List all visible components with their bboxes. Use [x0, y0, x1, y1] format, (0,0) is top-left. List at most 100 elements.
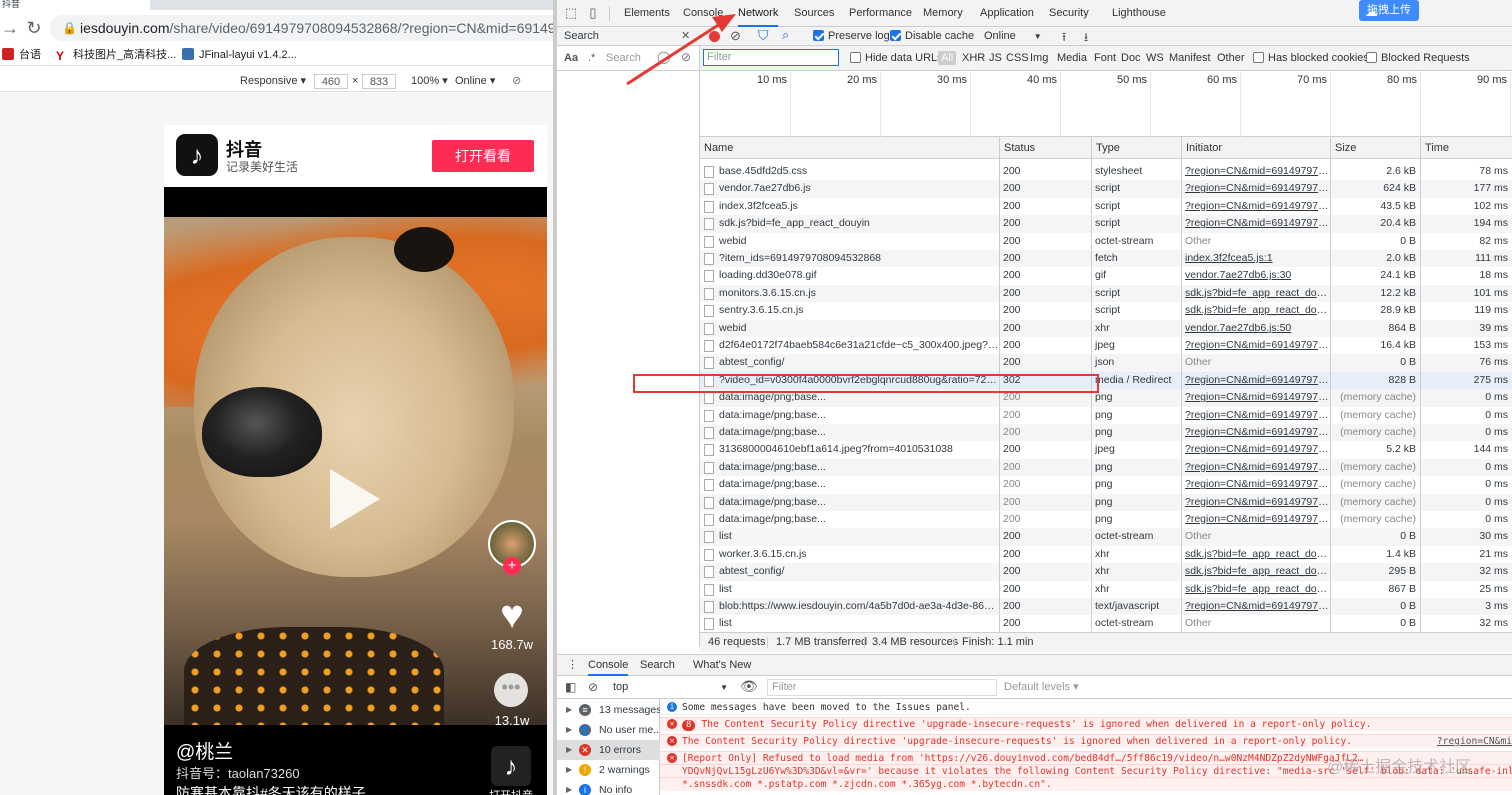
type-filter-font[interactable]: Font [1094, 52, 1116, 64]
network-request-row[interactable]: d2f64e0172f74baeb584c6e31a21cfde~c5_300x… [700, 337, 1512, 354]
device-mode-select[interactable]: Responsive ▾ [240, 74, 306, 88]
request-initiator[interactable]: ?region=CN&mid=691497978... [1181, 494, 1330, 511]
filter-input[interactable]: Filter [703, 49, 839, 66]
network-request-row[interactable]: base.45dfd2d5.css 200 stylesheet ?region=CN… [700, 163, 1512, 180]
device-width-input[interactable]: 460 [314, 74, 348, 89]
tab-performance[interactable]: Performance [849, 0, 912, 27]
network-request-row[interactable]: vendor.7ae27db6.js 200 script ?region=CN&mi… [700, 180, 1512, 198]
network-request-row[interactable]: data:image/png;base... 200 png ?region=CN&m… [700, 424, 1512, 442]
comment-icon[interactable]: ••• [494, 673, 528, 707]
network-request-row[interactable]: data:image/png;base... 200 png ?region=CN&m… [700, 458, 1512, 477]
clear-icon[interactable]: ⊘ [730, 28, 741, 44]
network-request-row[interactable]: list 200 octet-stream Other 0 B 30 ms [700, 528, 1512, 546]
match-case-toggle[interactable]: Aa [564, 52, 578, 64]
play-icon[interactable] [330, 469, 380, 529]
column-header-initiator[interactable]: Initiator [1181, 137, 1330, 159]
clear-console-icon[interactable]: ⊘ [588, 680, 598, 694]
type-filter-media[interactable]: Media [1057, 52, 1087, 64]
clear-search-icon[interactable]: ⊘ [681, 50, 691, 64]
expand-arrow-icon[interactable]: ▶ [566, 780, 572, 795]
request-initiator[interactable]: ?region=CN&mid=691497978... [1181, 337, 1330, 354]
console-sidebar-item[interactable]: ▶ i No info [557, 780, 660, 795]
expand-arrow-icon[interactable]: ▶ [566, 740, 572, 760]
bookmark-item[interactable]: JFinal-layui v1.4.2... [182, 47, 297, 63]
bookmark-item[interactable]: Y 科技图片_高清科技... [56, 47, 176, 63]
column-header-time[interactable]: Time [1420, 137, 1512, 159]
console-message[interactable]: ✕ The Content Security Policy directive '… [660, 734, 1512, 748]
network-request-row[interactable]: worker.3.6.15.cn.js 200 xhr sdk.js?bid=fe_a… [700, 546, 1512, 563]
request-initiator[interactable]: vendor.7ae27db6.js:30 [1181, 267, 1330, 284]
request-initiator[interactable]: vendor.7ae27db6.js:50 [1181, 320, 1330, 337]
column-header-name[interactable]: Name [700, 137, 999, 159]
throttle-select[interactable]: Online ▼ [984, 30, 1042, 43]
open-app-button[interactable]: 打开看看 [432, 140, 534, 172]
network-request-row[interactable]: sdk.js?bid=fe_app_react_douyin 200 script?… [700, 215, 1512, 233]
request-initiator[interactable]: ?region=CN&mid=691497978... [1181, 424, 1330, 441]
author-name[interactable]: @桃兰 [176, 737, 233, 764]
request-initiator[interactable]: ?region=CN&mid=691497978... [1181, 198, 1330, 215]
drawer-tab-console[interactable]: Console [588, 655, 629, 676]
type-filter-js[interactable]: JS [989, 52, 1002, 64]
network-request-row[interactable]: data:image/png;base... 200 png ?region=CN&m… [700, 511, 1512, 528]
network-request-row[interactable]: abtest_config/200 json Other 0 B 76 ms [700, 354, 1512, 372]
blocked-cookies-checkbox[interactable]: Has blocked cookies [1253, 52, 1369, 65]
column-header-status[interactable]: Status [999, 137, 1091, 159]
rotate-icon[interactable]: ⊘ [512, 74, 521, 88]
console-sidebar-item[interactable]: ▶! 2 warnings [557, 760, 660, 780]
disable-cache-checkbox[interactable]: Disable cache [890, 30, 974, 43]
drawer-tab-whats-new[interactable]: What's New [693, 655, 751, 676]
record-icon[interactable] [709, 31, 720, 42]
console-message[interactable]: ✕ 8 The Content Security Policy directive … [660, 717, 1512, 731]
network-request-row[interactable]: list 200 octet-stream Other 0 B 32 ms [700, 615, 1512, 632]
network-request-row[interactable]: loading.dd30e078.gif 200 gif vendor.7ae27db… [700, 267, 1512, 284]
zoom-select[interactable]: 100% ▾ [411, 74, 448, 88]
network-overview-timeline[interactable]: 10 ms 20 ms 30 ms 40 ms 50 ms 60 ms 70 ms 80 ms… [700, 71, 1512, 137]
console-sidebar-item[interactable]: ▶ ≡ 13 messages [557, 700, 660, 720]
inspect-element-icon[interactable]: ⬚ [563, 5, 579, 21]
close-icon[interactable]: ✕ [681, 27, 690, 46]
console-sidebar-item[interactable]: ▶ 👤 No user me... [557, 720, 660, 740]
request-initiator[interactable]: ?region=CN&mid=691497978... [1181, 441, 1330, 458]
request-initiator[interactable]: sdk.js?bid=fe_app_react_douyi... [1181, 581, 1330, 598]
douyin-small-logo-icon[interactable]: ♪ [491, 746, 531, 786]
request-initiator[interactable]: sdk.js?bid=fe_app_react_douyi... [1181, 546, 1330, 563]
request-initiator[interactable]: ?region=CN&mid=691497978... [1181, 389, 1330, 406]
column-header-type[interactable]: Type [1091, 137, 1181, 159]
type-filter-doc[interactable]: Doc [1121, 52, 1141, 64]
network-request-row[interactable]: data:image/png;base... 200 png ?region=CN&m… [700, 476, 1512, 493]
console-message[interactable]: *.snssdk.com *.pstatp.com *.zjcdn.com *.… [660, 777, 1512, 791]
console-message[interactable]: i Some messages have been moved to the Is… [660, 701, 1512, 715]
type-filter-other[interactable]: Other [1217, 52, 1245, 64]
type-filter-manifest[interactable]: Manifest [1169, 52, 1211, 64]
hide-data-urls-checkbox[interactable]: Hide data URLs [850, 52, 943, 65]
levels-select[interactable]: Default levels ▾ [1004, 680, 1079, 693]
drawer-menu-icon[interactable]: ⋮ [567, 658, 578, 671]
network-request-row[interactable]: ?item_ids=6914979708094532868 200 fetch ind… [700, 250, 1512, 268]
network-request-row[interactable]: abtest_config/200 xhr sdk.js?bid=fe_app_re… [700, 563, 1512, 581]
search-input[interactable]: Search [606, 52, 641, 64]
expand-arrow-icon[interactable]: ▶ [566, 700, 572, 720]
request-initiator[interactable]: index.3f2fcea5.js:1 [1181, 250, 1330, 267]
request-initiator[interactable]: ?region=CN&mid=691497978... [1181, 372, 1330, 389]
request-initiator[interactable]: ?region=CN&mid=691497978... [1181, 459, 1330, 476]
back-icon[interactable]: → [0, 18, 20, 38]
request-initiator[interactable]: ?region=CN&mid=691497978... [1181, 163, 1330, 180]
tab-sources[interactable]: Sources [794, 0, 834, 27]
context-select[interactable]: top ▼ [613, 680, 728, 695]
column-header-size[interactable]: Size [1330, 137, 1420, 159]
console-sidebar-item[interactable]: ▶ ✕ 10 errors [557, 740, 660, 760]
device-height-input[interactable]: 833 [362, 74, 396, 89]
tab-lighthouse[interactable]: Lighthouse [1112, 0, 1166, 27]
refresh-search-icon[interactable]: ◯ [657, 50, 670, 64]
url-input[interactable]: 🔒 iesdouyin.com/share/video/691497970809… [50, 15, 556, 41]
network-request-row[interactable]: blob:https://www.iesdouyin.com/4a5b7d0d-… [700, 598, 1512, 616]
network-request-row[interactable]: data:image/png;base... 200 png ?region=CN&m… [700, 493, 1512, 511]
request-initiator[interactable]: ?region=CN&mid=691497978... [1181, 511, 1330, 528]
expand-arrow-icon[interactable]: ▶ [566, 760, 572, 780]
console-source-link[interactable]: ?region=CN&mi [1437, 735, 1512, 748]
tab-elements[interactable]: Elements [624, 0, 670, 27]
blocked-requests-checkbox[interactable]: Blocked Requests [1366, 52, 1470, 65]
type-filter-css[interactable]: CSS [1006, 52, 1029, 64]
expand-arrow-icon[interactable]: ▶ [566, 720, 572, 740]
network-request-row[interactable]: sentry.3.6.15.cn.js 200 script sdk.js?bid=f… [700, 302, 1512, 319]
